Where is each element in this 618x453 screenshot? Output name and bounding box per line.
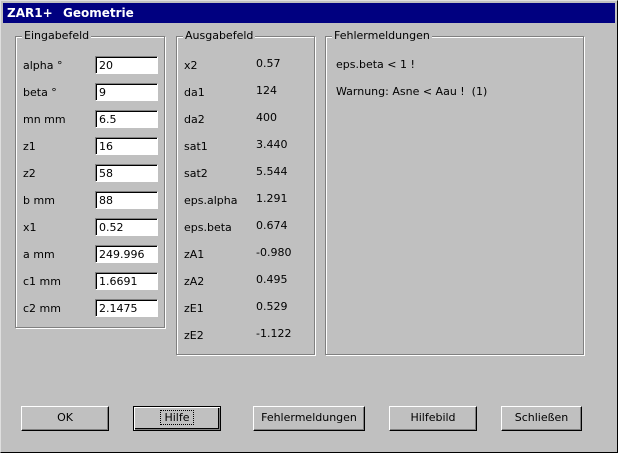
errors-group: Fehlermeldungen: [325, 29, 584, 355]
schliessen-button-label: Schließen: [514, 411, 569, 424]
label-ze2: zE2: [184, 329, 204, 342]
value-za2: 0.495: [256, 273, 288, 286]
app-name: ZAR1+: [7, 6, 53, 20]
label-c2: c2 mm: [23, 302, 61, 315]
label-ze1: zE1: [184, 302, 204, 315]
c2-input[interactable]: 2.1475: [95, 299, 158, 317]
beta-input[interactable]: 9: [95, 83, 158, 101]
label-mn: mn mm: [23, 113, 66, 126]
fehlermeldungen-button[interactable]: Fehlermeldungen: [253, 406, 365, 431]
label-beta: beta °: [23, 86, 57, 99]
window-title: Geometrie: [63, 6, 134, 20]
hilfebild-button-label: Hilfebild: [410, 411, 456, 424]
input-group-legend: Eingabefeld: [22, 29, 92, 42]
hilfebild-button[interactable]: Hilfebild: [389, 406, 477, 431]
label-alpha: alpha °: [23, 59, 63, 72]
ok-button-label: OK: [57, 411, 73, 424]
hilfe-button[interactable]: Hilfe: [133, 406, 221, 431]
label-z2: z2: [23, 167, 36, 180]
title-bar[interactable]: ZAR1+ Geometrie: [3, 3, 615, 23]
label-x1: x1: [23, 221, 37, 234]
value-ze1: 0.529: [256, 300, 288, 313]
output-group-legend: Ausgabefeld: [183, 29, 256, 42]
value-eps-alpha: 1.291: [256, 192, 288, 205]
a-input[interactable]: 249.996: [95, 245, 158, 263]
error-message: eps.beta < 1 !: [336, 58, 415, 71]
hilfe-button-label: Hilfe: [160, 410, 194, 425]
label-eps-alpha: eps.alpha: [184, 194, 238, 207]
value-eps-beta: 0.674: [256, 219, 288, 232]
value-ze2: -1.122: [256, 327, 292, 340]
alpha-input[interactable]: 20: [95, 56, 158, 74]
label-b: b mm: [23, 194, 55, 207]
label-za1: zA1: [184, 248, 205, 261]
value-da1: 124: [256, 84, 277, 97]
geometrie-dialog: ZAR1+ Geometrie Eingabefeld alpha ° 20 b…: [0, 0, 618, 453]
value-da2: 400: [256, 111, 277, 124]
value-x2: 0.57: [256, 57, 281, 70]
label-sat1: sat1: [184, 140, 208, 153]
warning-message: Warnung: Asne < Aau ! (1): [336, 85, 488, 98]
z2-input[interactable]: 58: [95, 164, 158, 182]
label-c1: c1 mm: [23, 275, 61, 288]
label-da1: da1: [184, 86, 205, 99]
schliessen-button[interactable]: Schließen: [501, 406, 582, 431]
b-input[interactable]: 88: [95, 191, 158, 209]
fehlermeldungen-button-label: Fehlermeldungen: [261, 411, 357, 424]
ok-button[interactable]: OK: [21, 406, 109, 431]
label-sat2: sat2: [184, 167, 208, 180]
label-da2: da2: [184, 113, 205, 126]
label-eps-beta: eps.beta: [184, 221, 232, 234]
c1-input[interactable]: 1.6691: [95, 272, 158, 290]
x1-input[interactable]: 0.52: [95, 218, 158, 236]
value-sat2: 5.544: [256, 165, 288, 178]
value-sat1: 3.440: [256, 138, 288, 151]
label-za2: zA2: [184, 275, 205, 288]
mn-input[interactable]: 6.5: [95, 110, 158, 128]
label-z1: z1: [23, 140, 36, 153]
errors-group-legend: Fehlermeldungen: [332, 29, 432, 42]
label-a: a mm: [23, 248, 55, 261]
z1-input[interactable]: 16: [95, 137, 158, 155]
value-za1: -0.980: [256, 246, 292, 259]
label-x2: x2: [184, 59, 198, 72]
